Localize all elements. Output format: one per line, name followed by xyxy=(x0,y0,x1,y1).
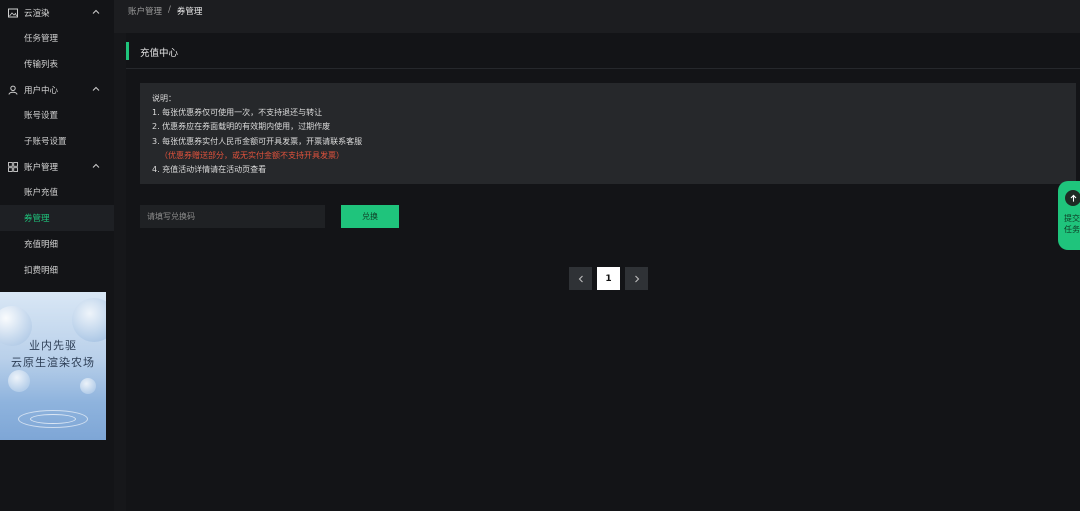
submit-task-float-button[interactable]: 提交 任务 xyxy=(1058,181,1080,250)
chevron-up-icon xyxy=(92,8,100,16)
sidebar-item-label: 账号设置 xyxy=(24,111,59,121)
sidebar-group-label: 云渲染 xyxy=(24,8,50,19)
sidebar-item-account-settings[interactable]: 账号设置 xyxy=(0,102,114,128)
bubble-decoration xyxy=(8,370,30,392)
arrow-up-icon xyxy=(1065,190,1080,206)
sidebar-item-account-recharge[interactable]: 账户充值 xyxy=(0,179,114,205)
next-page-button[interactable] xyxy=(625,267,648,290)
page-number-button[interactable]: 1 xyxy=(597,267,620,290)
water-ripple xyxy=(30,414,76,424)
top-bar: 账户管理 / 券管理 xyxy=(114,0,1080,33)
float-tab-label: 提交 xyxy=(1064,214,1080,223)
sidebar-item-transfer-list[interactable]: 传输列表 xyxy=(0,51,114,77)
section-accent-bar xyxy=(126,42,129,60)
chevron-left-icon xyxy=(578,275,583,282)
notice-line: 1. 每张优惠券仅可使用一次，不支持退还与转让 xyxy=(152,108,323,118)
float-tab-label: 任务 xyxy=(1064,225,1080,234)
promo-banner[interactable]: 业内先驱 云原生渲染农场 xyxy=(0,292,106,440)
sidebar-item-label: 子账号设置 xyxy=(24,137,67,147)
notice-line: 3. 每张优惠券实付人民币金额可开具发票，开票请联系客服 xyxy=(152,136,363,146)
bubble-decoration xyxy=(80,378,96,394)
redeem-button[interactable]: 兑换 xyxy=(341,205,399,228)
sidebar-item-label: 账户充值 xyxy=(24,188,59,198)
sidebar-item-label: 充值明细 xyxy=(24,240,59,250)
promo-headline: 业内先驱 xyxy=(29,339,77,352)
chevron-up-icon xyxy=(92,162,100,170)
sidebar-item-coupon-management[interactable]: 券管理 xyxy=(0,205,114,231)
sidebar-item-task-management[interactable]: 任务管理 xyxy=(0,25,114,51)
notice-box: 说明： 1. 每张优惠券仅可使用一次，不支持退还与转让 2. 优惠券应在券面载明… xyxy=(140,83,1076,184)
sidebar-item-deduction-details[interactable]: 扣费明细 xyxy=(0,257,114,283)
breadcrumb-parent[interactable]: 账户管理 xyxy=(128,5,162,17)
breadcrumb-separator: / xyxy=(168,5,171,15)
notice-heading: 说明： xyxy=(152,94,176,103)
chevron-up-icon xyxy=(92,85,100,93)
notice-line: 4. 充值活动详情请在活动页查看 xyxy=(152,165,267,175)
sidebar-item-recharge-details[interactable]: 充值明细 xyxy=(0,231,114,257)
breadcrumb: 账户管理 / 券管理 xyxy=(128,5,202,17)
redeem-code-input[interactable] xyxy=(140,205,325,228)
sidebar-group-account-management[interactable]: 账户管理 xyxy=(0,154,114,179)
promo-subline: 云原生渲染农场 xyxy=(11,356,95,369)
sidebar-item-label: 扣费明细 xyxy=(24,266,59,276)
user-icon xyxy=(8,85,18,95)
section-header: 充值中心 xyxy=(126,41,1080,69)
layout-gutter xyxy=(114,0,126,511)
sidebar: 云渲染 任务管理 传输列表 用户中心 账号设置 子账号设置 账户管理 账户充值 … xyxy=(0,0,114,511)
bubble-decoration xyxy=(72,298,106,342)
sidebar-group-label: 用户中心 xyxy=(24,85,59,96)
sidebar-item-label: 传输列表 xyxy=(24,60,59,70)
sidebar-item-label: 任务管理 xyxy=(24,34,59,44)
notice-line: 2. 优惠券应在券面载明的有效期内使用，过期作废 xyxy=(152,122,331,132)
chevron-right-icon xyxy=(634,275,639,282)
pagination: 1 xyxy=(569,267,648,290)
section-title: 充值中心 xyxy=(140,48,179,59)
main-panel: 充值中心 说明： 1. 每张优惠券仅可使用一次，不支持退还与转让 2. 优惠券应… xyxy=(126,33,1080,511)
breadcrumb-current: 券管理 xyxy=(176,7,203,17)
prev-page-button[interactable] xyxy=(569,267,592,290)
sidebar-item-subaccount-settings[interactable]: 子账号设置 xyxy=(0,128,114,154)
grid-icon xyxy=(8,161,18,172)
sidebar-item-label: 券管理 xyxy=(24,214,50,224)
sidebar-group-label: 账户管理 xyxy=(24,162,59,173)
image-icon xyxy=(8,8,18,18)
sidebar-group-cloud-render[interactable]: 云渲染 xyxy=(0,0,114,25)
sidebar-group-user-center[interactable]: 用户中心 xyxy=(0,77,114,102)
notice-warning: （优惠券赠送部分，或无实付金额不支持开具发票） xyxy=(160,150,344,160)
